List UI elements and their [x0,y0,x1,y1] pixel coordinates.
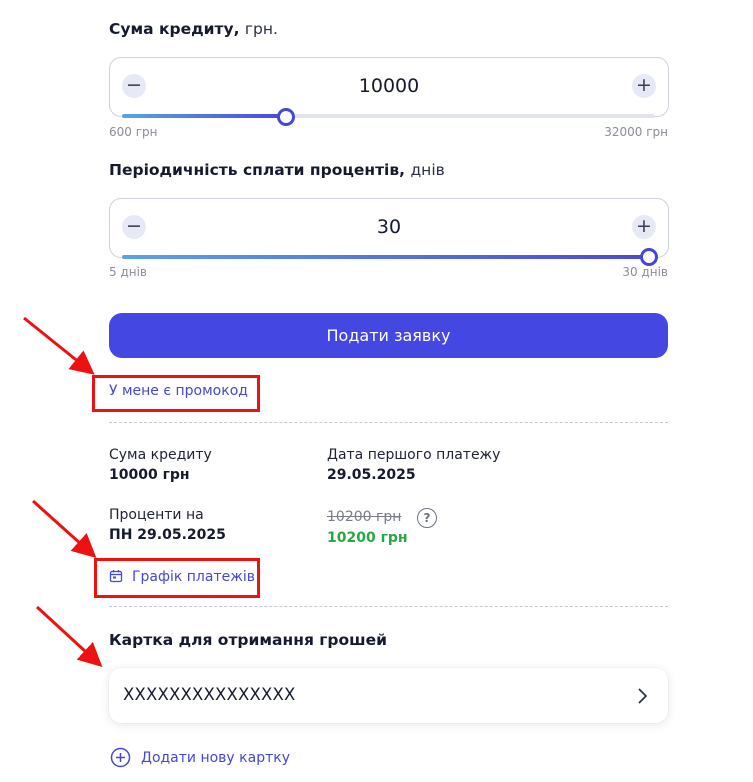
annotation-arrow-card [35,605,103,668]
annotation-arrow-schedule [31,499,97,559]
annotation-arrow-promo [23,316,95,375]
annotation-arrows [23,316,103,668]
